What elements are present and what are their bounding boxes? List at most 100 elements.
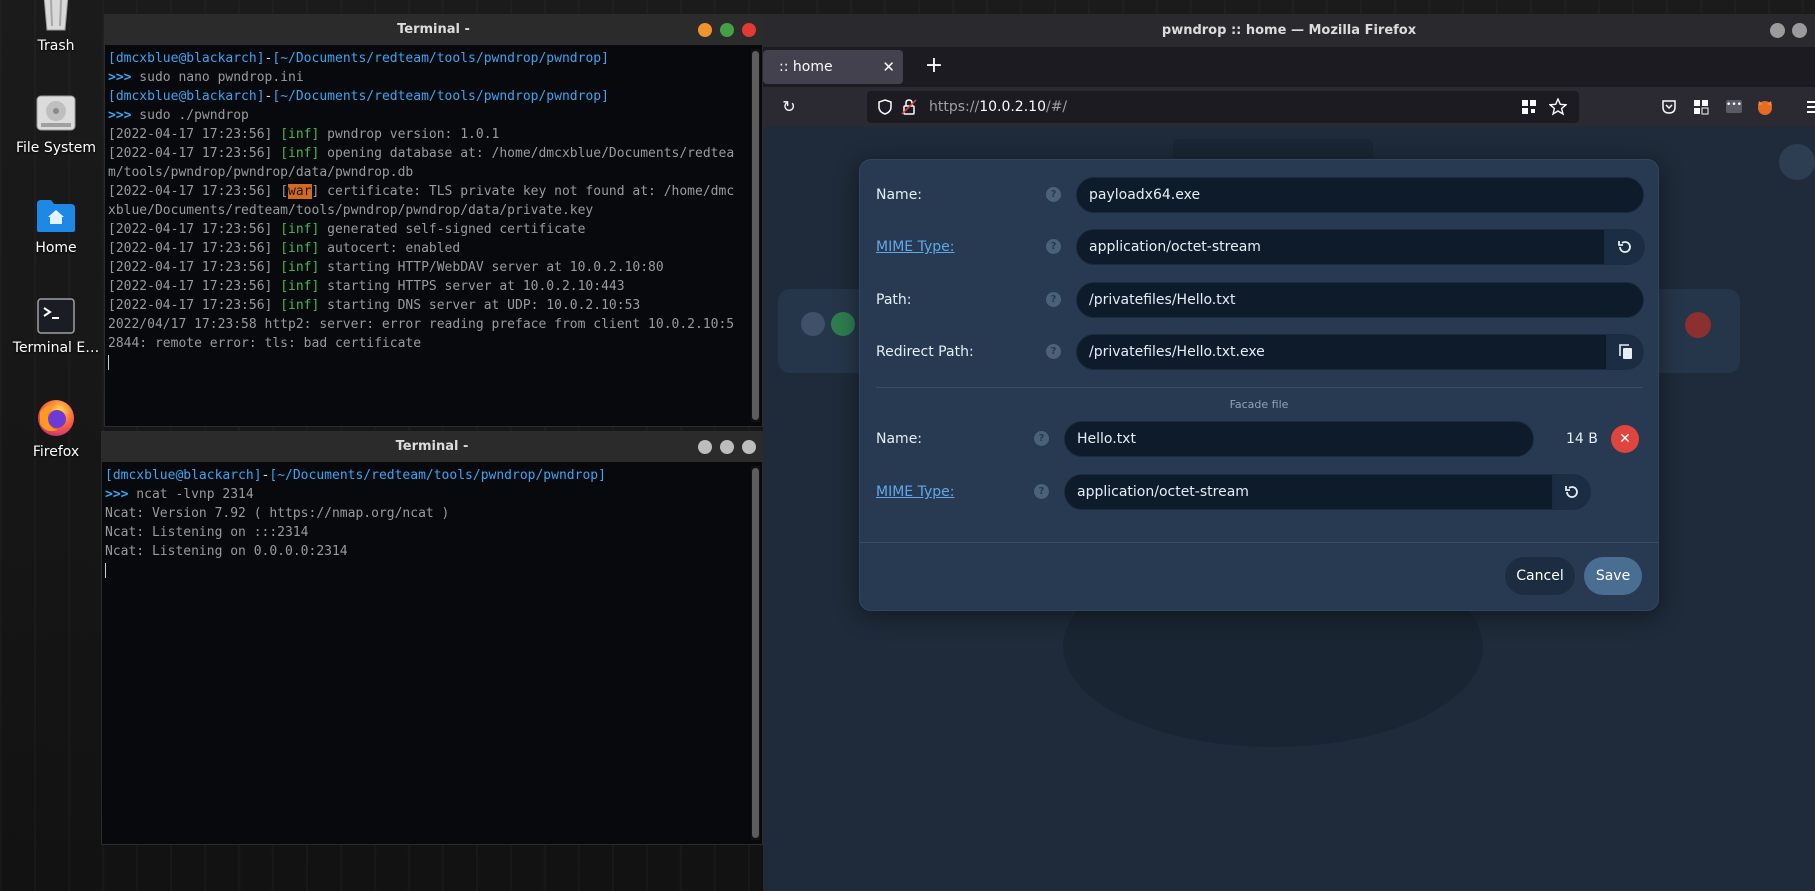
lock-warning-icon[interactable]: [901, 99, 917, 115]
log-level: [inf]: [280, 127, 320, 142]
log-message-wrap: xblue/Documents/redteam/tools/pwndrop/pw…: [108, 203, 594, 218]
prompt-symbol: >>>: [108, 108, 132, 123]
overflow-menu-icon[interactable]: •••: [1726, 100, 1742, 113]
reset-facade-mime-button[interactable]: [1553, 474, 1591, 510]
close-tab-icon[interactable]: ✕: [882, 50, 895, 84]
reset-mime-button[interactable]: [1605, 229, 1645, 265]
log-message-wrap: m/tools/pwndrop/pwndrop/data/pwndrop.db: [108, 165, 414, 180]
trash-icon: [43, 0, 69, 31]
url-bar[interactable]: https://10.0.2.10/#/: [867, 91, 1579, 123]
prompt-path: [~/Documents/redteam/tools/pwndrop/pwndr…: [272, 89, 609, 104]
desktop-icon-label: Firefox: [32, 444, 80, 460]
help-icon[interactable]: ?: [1046, 292, 1061, 307]
cancel-button[interactable]: Cancel: [1505, 557, 1575, 595]
browser-tab-home[interactable]: :: home ✕: [763, 50, 903, 84]
text-cursor: [108, 355, 109, 370]
mime-type-link[interactable]: MIME Type:: [876, 229, 954, 265]
help-icon[interactable]: ?: [1046, 239, 1061, 254]
undo-icon: [1565, 486, 1578, 498]
window-close-button[interactable]: [742, 440, 756, 454]
window-minimize-button[interactable]: [698, 440, 712, 454]
shield-icon[interactable]: [877, 99, 893, 115]
help-icon[interactable]: ?: [1034, 484, 1049, 499]
qr-code-icon[interactable]: [1521, 99, 1537, 115]
facade-mime-row: MIME Type: ? application/octet-stream: [860, 474, 1658, 510]
path-label: Path:: [876, 292, 912, 308]
terminal-scrollbar[interactable]: [751, 49, 760, 422]
desktop-icon-terminal[interactable]: Terminal E…: [4, 298, 108, 356]
drive-icon: [36, 95, 76, 131]
facade-name-input[interactable]: Hello.txt: [1064, 421, 1534, 457]
mime-type-input[interactable]: application/octet-stream: [1076, 229, 1605, 265]
terminal-titlebar: Terminal -: [102, 432, 762, 462]
facade-mime-type-link[interactable]: MIME Type:: [876, 474, 954, 510]
log-level: [inf]: [280, 222, 320, 237]
terminal-icon: [37, 298, 75, 334]
redirect-path-input[interactable]: /privatefiles/Hello.txt.exe: [1076, 334, 1607, 370]
output-line: Ncat: Listening on 0.0.0.0:2314: [105, 544, 348, 559]
facade-mime-type-input[interactable]: application/octet-stream: [1064, 474, 1553, 510]
hamburger-menu-icon[interactable]: [1807, 101, 1815, 113]
name-row: Name: ? payloadx64.exe: [860, 177, 1658, 213]
help-icon[interactable]: ?: [1046, 344, 1061, 359]
terminal-scrollbar[interactable]: [751, 466, 760, 840]
log-timestamp: [2022-04-17 17:23:56]: [108, 146, 281, 161]
firefox-nav-bar: ↻ https://10.0.2.10/#/ •••: [763, 87, 1815, 127]
bookmark-star-icon[interactable]: [1549, 98, 1567, 116]
terminal-output[interactable]: [dmcxblue@blackarch]-[~/Documents/redtea…: [105, 466, 746, 842]
window-maximize-button[interactable]: [1792, 23, 1807, 38]
edit-file-dialog: Name: ? payloadx64.exe MIME Type: ? appl…: [859, 159, 1659, 611]
reload-icon[interactable]: ↻: [777, 87, 801, 127]
scrollbar-thumb[interactable]: [752, 51, 759, 420]
copy-redirect-button[interactable]: [1607, 334, 1644, 370]
log-message: pwndrop version: 1.0.1: [319, 127, 500, 142]
desktop-icon-home[interactable]: Home: [4, 198, 108, 256]
log-message: autocert: enabled: [319, 241, 461, 256]
new-tab-button[interactable]: +: [919, 50, 949, 84]
desktop-icon-trash[interactable]: Trash: [4, 0, 108, 54]
name-input[interactable]: payloadx64.exe: [1076, 177, 1644, 213]
help-icon[interactable]: ?: [1046, 187, 1061, 202]
path-row: Path: ? /privatefiles/Hello.txt: [860, 282, 1658, 318]
command-text: ncat -lvnp 2314: [128, 487, 254, 502]
log-level: [inf]: [280, 279, 320, 294]
log-timestamp: [2022-04-17 17:23:56]: [108, 127, 281, 142]
prompt-user: [dmcxblue@blackarch]: [105, 468, 262, 483]
delete-backdrop: [1685, 312, 1711, 338]
url-scheme: https://: [929, 99, 980, 115]
window-close-button[interactable]: [742, 23, 756, 37]
remove-facade-button[interactable]: ✕: [1611, 425, 1639, 453]
window-minimize-button[interactable]: [1770, 23, 1785, 38]
desktop-icon-label: File System: [15, 140, 97, 156]
scrollbar-thumb[interactable]: [752, 468, 759, 838]
log-message: starting HTTPS server at 10.0.2.10:443: [319, 279, 625, 294]
window-maximize-button[interactable]: [720, 440, 734, 454]
extensions-icon[interactable]: [1693, 99, 1709, 115]
fox-addon-icon[interactable]: [1756, 98, 1774, 116]
log-timestamp: [2022-04-17 17:23:56]: [108, 260, 281, 275]
save-button[interactable]: Save: [1584, 557, 1642, 595]
copy-icon: [1618, 344, 1632, 359]
output-line: Ncat: Listening on :::2314: [105, 525, 309, 540]
terminal-titlebar: Terminal -: [105, 15, 762, 45]
log-level: [inf]: [280, 241, 320, 256]
mime-type-row: MIME Type: ? application/octet-stream: [860, 229, 1658, 265]
log-timestamp: [2022-04-17 17:23:56]: [108, 222, 281, 237]
help-icon[interactable]: ?: [1034, 431, 1049, 446]
pocket-icon[interactable]: [1661, 99, 1677, 115]
terminal-output[interactable]: [dmcxblue@blackarch]-[~/Documents/redtea…: [108, 49, 746, 424]
log-message: generated self-signed certificate: [319, 222, 586, 237]
browser-tab-label: :: home: [779, 59, 833, 75]
output-line: Ncat: Version 7.92 ( https://nmap.org/nc…: [105, 506, 450, 521]
log-message: certificate: TLS private key not found a…: [319, 184, 735, 199]
prompt-user: [dmcxblue@blackarch]: [108, 51, 265, 66]
command-text: sudo nano pwndrop.ini: [131, 70, 304, 85]
path-input[interactable]: /privatefiles/Hello.txt: [1076, 282, 1644, 318]
desktop-icon-firefox[interactable]: Firefox: [4, 398, 108, 460]
window-maximize-button[interactable]: [720, 23, 734, 37]
text-cursor: [105, 563, 106, 578]
desktop-icon-file-system[interactable]: File System: [4, 92, 108, 156]
prompt-path: [~/Documents/redteam/tools/pwndrop/pwndr…: [272, 51, 609, 66]
facade-file-size: 14 B: [1566, 431, 1598, 447]
window-minimize-button[interactable]: [698, 23, 712, 37]
